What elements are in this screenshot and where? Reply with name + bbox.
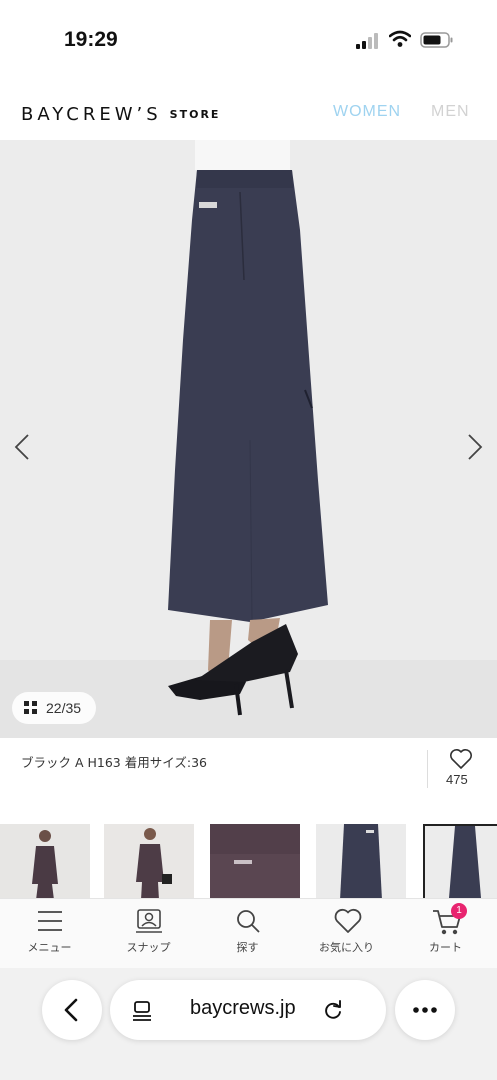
- thumbnail[interactable]: [104, 824, 194, 900]
- status-bar: 19:29: [0, 0, 497, 80]
- more-icon: [413, 1007, 437, 1013]
- thumbnail[interactable]: [316, 824, 406, 900]
- image-counter[interactable]: 22/35: [12, 692, 96, 724]
- browser-back-button[interactable]: [42, 980, 102, 1040]
- tab-cart[interactable]: 1 カート: [396, 899, 495, 969]
- tab-label: スナップ: [126, 941, 171, 954]
- tab-label: 探す: [236, 941, 259, 954]
- signal-icon: [356, 33, 378, 49]
- site-header: BAYCREW’S STORE WOMEN MEN: [0, 90, 497, 138]
- store-logo[interactable]: BAYCREW’S STORE: [21, 104, 220, 125]
- battery-icon: [420, 32, 453, 48]
- favorite-count: 475: [446, 772, 468, 787]
- url-text: baycrews.jp: [190, 997, 296, 1019]
- thumbnail-selected[interactable]: [423, 824, 497, 900]
- tab-snap[interactable]: スナップ: [99, 899, 198, 969]
- nav-men[interactable]: MEN: [431, 103, 470, 121]
- divider: [427, 750, 428, 788]
- heart-icon[interactable]: [449, 748, 473, 770]
- browser-more-button[interactable]: [395, 980, 455, 1040]
- tab-label: メニュー: [27, 941, 72, 954]
- tab-label: お気に入り: [319, 941, 374, 954]
- product-photo: [0, 140, 497, 738]
- counter-text: 22/35: [46, 700, 82, 716]
- browser-toolbar: baycrews.jp: [0, 968, 497, 1080]
- image-caption: ブラック A H163 着用サイズ:36: [21, 755, 207, 770]
- chevron-left-icon[interactable]: [10, 432, 34, 462]
- tab-search[interactable]: 探す: [198, 899, 297, 969]
- thumbnail[interactable]: [210, 824, 300, 900]
- tabs-icon: [133, 1001, 151, 1021]
- address-bar[interactable]: baycrews.jp: [110, 980, 386, 1040]
- tab-menu[interactable]: メニュー: [0, 899, 99, 969]
- tab-favorites[interactable]: お気に入り: [297, 899, 396, 969]
- snap-icon: [136, 909, 162, 933]
- thumbnail-strip[interactable]: [0, 824, 497, 900]
- chevron-left-icon: [64, 998, 78, 1022]
- reload-icon[interactable]: [322, 999, 344, 1021]
- wifi-icon: [389, 30, 411, 47]
- thumbnail[interactable]: [0, 824, 90, 900]
- cart-badge: 1: [451, 903, 467, 919]
- heart-icon: [334, 908, 362, 933]
- status-time: 19:29: [64, 28, 118, 51]
- search-icon: [237, 910, 260, 933]
- bottom-tab-bar: メニュー スナップ 探す お気に入り 1 カート: [0, 898, 497, 968]
- tab-label: カート: [429, 941, 462, 954]
- nav-women[interactable]: WOMEN: [333, 103, 401, 121]
- chevron-right-icon[interactable]: [463, 432, 487, 462]
- menu-icon: [38, 911, 62, 931]
- grid-icon: [24, 701, 37, 714]
- product-image[interactable]: [0, 140, 497, 738]
